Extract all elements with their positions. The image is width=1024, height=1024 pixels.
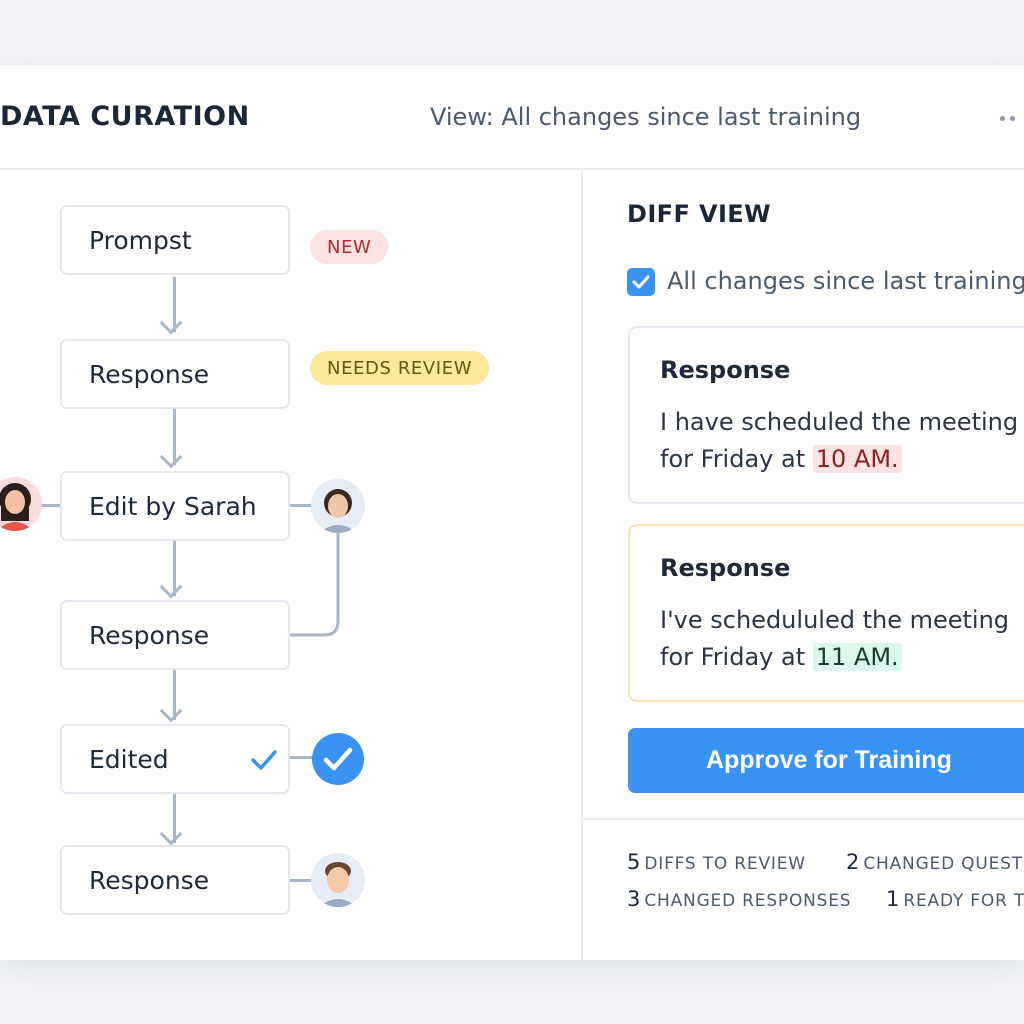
- response-text-line: for Friday at 11 AM.: [660, 643, 902, 671]
- avatar-editor[interactable]: [311, 853, 365, 907]
- response-after-card: Response I've schedululed the meeting fo…: [628, 524, 1024, 702]
- response-heading: Response: [660, 554, 791, 582]
- stat-changed-responses: 3 CHANGED RESPONSES: [627, 887, 852, 911]
- arrow-down-icon: [159, 822, 183, 846]
- flow-node-prompt[interactable]: Prompst: [60, 205, 290, 275]
- check-connector: [290, 756, 314, 759]
- added-text-highlight: 11 AM.: [812, 643, 902, 671]
- stat-changed-questions: 2 CHANGED QUEST: [846, 850, 1023, 874]
- stats-divider: [583, 818, 1024, 820]
- response-text-line: I have scheduled the meeting: [660, 408, 1019, 436]
- response-heading: Response: [660, 356, 791, 384]
- flow-node-edit-by-sarah[interactable]: Edit by Sarah: [60, 471, 290, 541]
- arrow-down-icon: [159, 699, 183, 723]
- flow-node-response[interactable]: Response: [60, 845, 290, 915]
- all-changes-checkbox[interactable]: [627, 268, 655, 296]
- approve-for-training-button[interactable]: Approve for Training: [628, 728, 1024, 793]
- response-text-line: for Friday at 10 AM.: [660, 445, 902, 473]
- flow-node-edited[interactable]: Edited: [60, 724, 290, 794]
- flow-node-response[interactable]: Response: [60, 339, 290, 409]
- more-horizontal-icon[interactable]: [1000, 116, 1015, 121]
- diff-view-title: DIFF VIEW: [627, 200, 771, 228]
- status-badge-new: NEW: [310, 230, 389, 264]
- removed-text-highlight: 10 AM.: [812, 445, 902, 473]
- all-changes-label[interactable]: All changes since last training: [667, 267, 1024, 295]
- flow-node-response[interactable]: Response: [60, 600, 290, 670]
- status-badge-needs-review: NEEDS REVIEW: [310, 351, 490, 385]
- checkmark-icon: [251, 750, 277, 770]
- arrow-down-icon: [159, 445, 183, 469]
- stat-diffs-to-review: 5 DIFFS TO REVIEW: [627, 850, 806, 874]
- stat-ready-for-training: 1 READY FOR TI: [886, 887, 1024, 911]
- response-before-card: Response I have scheduled the meeting fo…: [628, 326, 1024, 504]
- view-selector[interactable]: View: All changes since last training: [430, 103, 861, 131]
- avatar-sarah[interactable]: [0, 477, 42, 531]
- arrow-down-icon: [159, 311, 183, 335]
- merge-connector: [290, 531, 340, 637]
- header: DATA CURATION View: All changes since la…: [0, 65, 1024, 170]
- approved-check-icon[interactable]: [312, 733, 364, 785]
- data-curation-panel: DATA CURATION View: All changes since la…: [0, 65, 1024, 960]
- arrow-down-icon: [159, 575, 183, 599]
- avatar-reviewer[interactable]: [311, 479, 365, 533]
- page-title: DATA CURATION: [0, 101, 250, 132]
- response-text-line: I've schedululed the meeting: [660, 606, 1010, 634]
- panel-divider: [581, 170, 583, 960]
